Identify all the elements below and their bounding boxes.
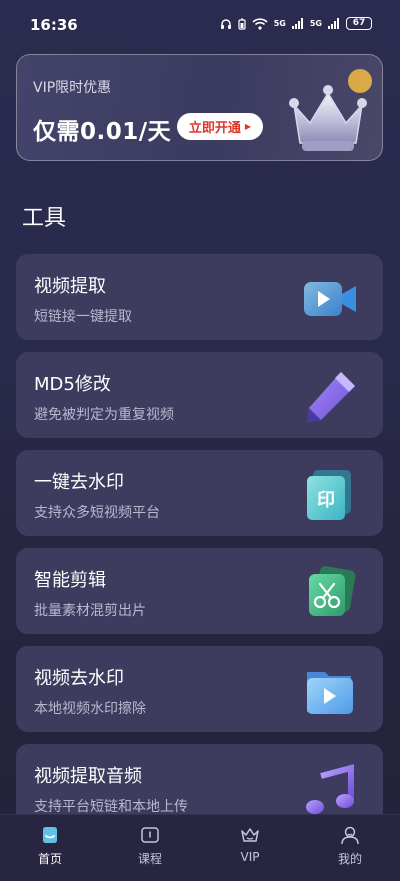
battery-saver-icon <box>238 18 246 30</box>
vip-open-button-label: 立即开通 <box>188 121 241 136</box>
tool-name: 视频提取 <box>34 276 106 297</box>
tool-name: 一键去水印 <box>34 472 124 493</box>
video-file-icon <box>307 672 353 714</box>
tool-desc: 本地视频水印擦除 <box>34 701 146 717</box>
tool-card-smart-edit[interactable]: 智能剪辑 批量素材混剪出片 <box>16 548 383 634</box>
status-bar: 16:36 5G 5G 67 <box>0 0 400 50</box>
tool-name: 智能剪辑 <box>34 570 106 591</box>
music-note-icon <box>306 764 354 814</box>
signal-5g-label-2: 5G <box>309 19 322 28</box>
crown-outline-icon <box>241 828 259 842</box>
tool-card-watermark-remove[interactable]: 一键去水印 支持众多短视频平台 印 <box>16 450 383 536</box>
crown-icon <box>289 69 372 151</box>
nav-vip-label: VIP <box>240 850 260 864</box>
signal-icon <box>291 18 303 29</box>
vip-subtitle: VIP限时优惠 <box>33 80 112 96</box>
nav-home[interactable]: 首页 <box>0 815 100 881</box>
tool-name: MD5修改 <box>34 374 111 395</box>
nav-mine-label: 我的 <box>337 852 362 866</box>
tool-card-video-extract[interactable]: 视频提取 短链接一键提取 <box>16 254 383 340</box>
user-icon <box>341 826 359 845</box>
tool-desc: 支持众多短视频平台 <box>34 505 160 521</box>
nav-course[interactable]: 课程 <box>100 815 200 881</box>
status-icons: 5G 5G 67 <box>220 17 372 30</box>
signal-5g-label: 5G <box>273 19 286 28</box>
bottom-nav: 首页 课程 VIP 我的 <box>0 814 400 881</box>
home-icon <box>43 827 57 843</box>
battery-indicator: 67 <box>346 17 372 30</box>
pen-icon <box>307 372 355 422</box>
svg-text:印: 印 <box>317 490 335 511</box>
nav-home-label: 首页 <box>37 852 62 866</box>
signal-icon-2 <box>328 18 339 29</box>
tool-desc: 批量素材混剪出片 <box>34 603 146 619</box>
chevron-right-icon: ▶ <box>244 122 252 131</box>
nav-vip[interactable]: VIP <box>200 815 300 881</box>
tool-desc: 支持平台短链和本地上传 <box>34 799 188 815</box>
wifi-icon <box>252 17 268 30</box>
tool-name: 视频提取音频 <box>34 766 142 787</box>
video-camera-icon <box>304 282 356 316</box>
nav-mine[interactable]: 我的 <box>300 815 400 881</box>
vip-promo-banner[interactable]: VIP限时优惠 仅需0.01/天 立即开通 ▶ <box>16 54 383 161</box>
headphones-icon <box>220 18 231 29</box>
vip-price: 仅需0.01/天 <box>33 119 172 145</box>
nav-course-label: 课程 <box>137 852 162 866</box>
tools-section-title: 工具 <box>22 206 67 231</box>
tool-card-local-watermark-remove[interactable]: 视频去水印 本地视频水印擦除 <box>16 646 383 732</box>
tool-desc: 短链接一键提取 <box>34 309 132 325</box>
stamp-icon: 印 <box>307 470 351 520</box>
status-time: 16:36 <box>30 16 78 34</box>
scissors-icon <box>309 566 356 616</box>
course-icon <box>141 827 159 843</box>
tool-card-md5-modify[interactable]: MD5修改 避免被判定为重复视频 <box>16 352 383 438</box>
tool-desc: 避免被判定为重复视频 <box>34 407 174 423</box>
tool-name: 视频去水印 <box>34 668 124 689</box>
vip-open-button[interactable]: 立即开通 ▶ <box>177 113 263 140</box>
